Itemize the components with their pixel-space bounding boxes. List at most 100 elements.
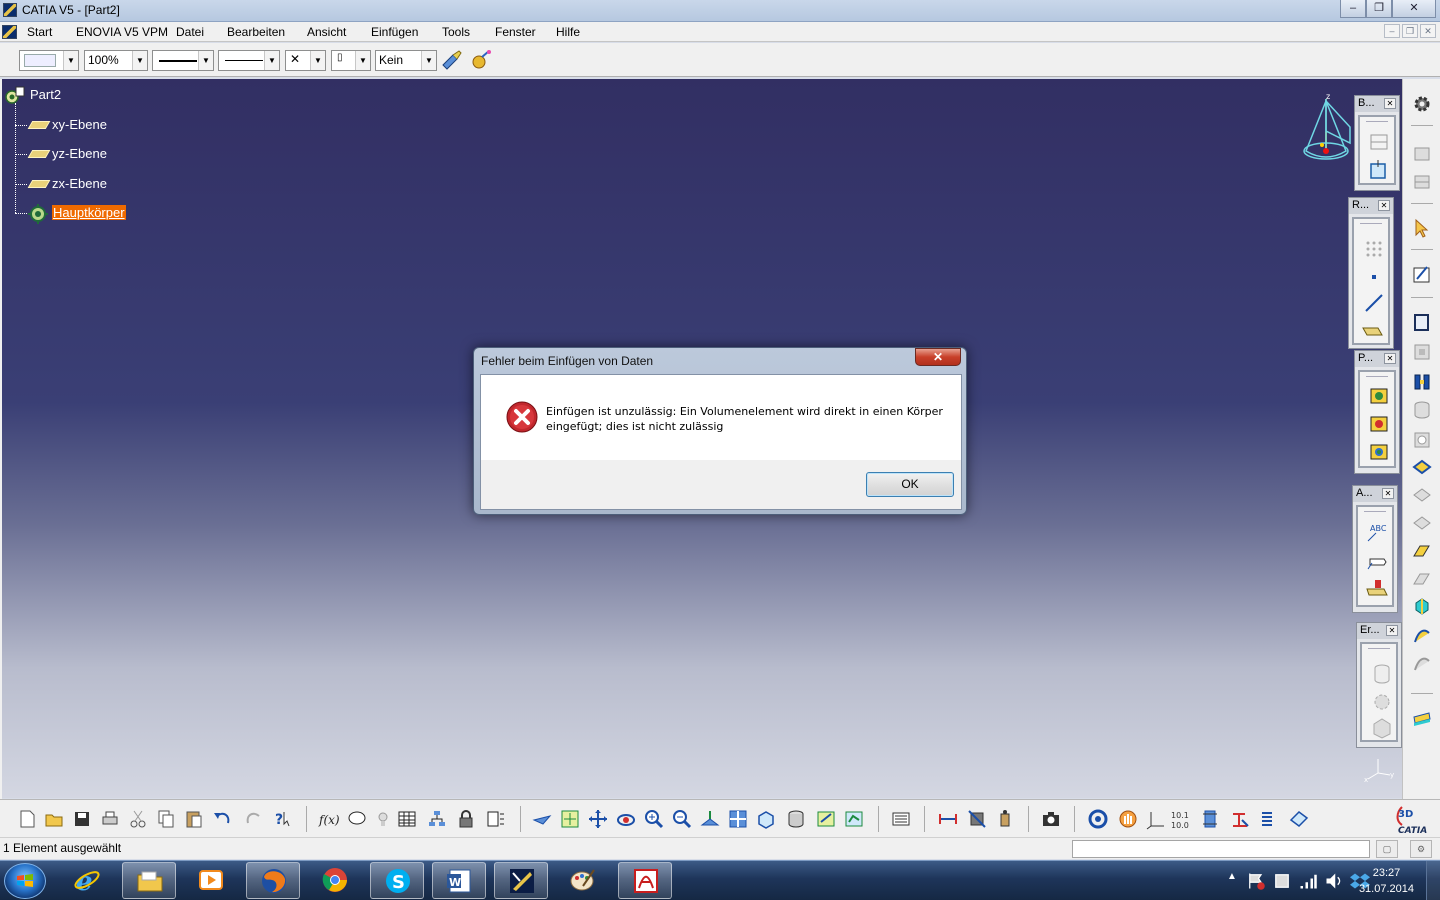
select-cursor-icon[interactable] [1411,217,1433,239]
sketch-plane-icon[interactable] [1368,159,1390,181]
save-icon[interactable] [71,808,93,830]
device-icon[interactable] [1272,871,1292,891]
camera-icon[interactable] [1040,808,1062,830]
chevron-down-icon[interactable]: ▼ [132,51,147,70]
shading-icon[interactable] [785,808,807,830]
image-capture-icon[interactable] [890,808,912,830]
menu-einfuegen[interactable]: Einfügen [368,24,421,40]
swap-visible-space-icon[interactable] [843,808,865,830]
tree-node-zx-plane[interactable]: zx-Ebene [2,174,122,194]
print-icon[interactable] [99,808,121,830]
taskbar-skype[interactable]: S [370,862,424,899]
taskbar-internet-explorer[interactable]: e [60,862,114,899]
iso-view-icon[interactable] [755,808,777,830]
taskbar-media-player[interactable] [184,862,238,899]
sew-surface-icon[interactable] [1411,653,1433,675]
point-symbol-combo[interactable]: ✕ ▼ [285,50,326,71]
thick-surface-icon[interactable] [1411,625,1433,647]
fly-mode-icon[interactable] [531,808,553,830]
tree-root-node[interactable]: Part2 [2,85,122,105]
annotation-plane-icon[interactable] [1366,577,1390,601]
close-icon[interactable]: ✕ [1386,625,1398,636]
hole-icon[interactable] [1411,429,1433,451]
fit-all-icon[interactable] [559,808,581,830]
menu-enovia[interactable]: ENOVIA V5 VPM [73,24,171,40]
paste-icon[interactable] [183,808,205,830]
measure-item-icon[interactable] [966,808,988,830]
floating-toolbar-title[interactable]: Er... ✕ [1357,623,1401,639]
pan-icon[interactable] [587,808,609,830]
tree-node-yz-plane[interactable]: yz-Ebene [2,144,122,164]
menu-ansicht[interactable]: Ansicht [304,24,349,40]
tree-node-xy-plane[interactable]: xy-Ebene [2,115,122,135]
3d-annotation-icon[interactable] [1200,808,1222,830]
text-annotation-icon[interactable]: ABC [1366,521,1390,543]
table-icon[interactable] [396,808,418,830]
compass-icon[interactable]: z [1298,91,1358,173]
menu-hilfe[interactable]: Hilfe [553,24,583,40]
taskbar-clock[interactable]: 23:27 31.07.2014 [1359,865,1414,897]
line-icon[interactable] [1364,293,1384,313]
product-icon[interactable] [1411,171,1433,193]
formula-icon[interactable]: f(x) [318,808,340,830]
menu-tools[interactable]: Tools [439,24,473,40]
constraint-icon[interactable] [1229,808,1251,830]
knowledge-icon[interactable] [346,808,368,830]
doc-close-button[interactable]: ✕ [1420,24,1436,38]
point-icon[interactable] [1364,267,1384,287]
flag-notification-icon[interactable] [1246,871,1266,891]
slot-icon[interactable] [1411,483,1433,505]
taskbar-firefox[interactable] [246,862,300,899]
cut-icon[interactable] [127,808,149,830]
doc-restore-button[interactable]: ❐ [1402,24,1418,38]
taskbar-word[interactable]: W [432,862,486,899]
groove-icon[interactable] [1411,399,1433,421]
layer-combo[interactable]: Kein ▼ [375,50,437,71]
list-icon[interactable] [1256,808,1278,830]
chevron-down-icon[interactable]: ▼ [198,51,213,70]
dimensions-icon[interactable]: 10.110.0 [1170,808,1192,830]
menu-start[interactable]: Start [24,24,55,40]
chevron-down-icon[interactable]: ▼ [355,51,370,70]
command-stop-button[interactable]: ▢ [1376,840,1398,858]
ok-button[interactable]: OK [866,472,954,497]
loft-icon[interactable] [1411,539,1433,561]
menu-bearbeiten[interactable]: Bearbeiten [224,24,288,40]
hide-show-icon[interactable] [815,808,837,830]
transparency-combo[interactable]: 100% ▼ [84,50,148,71]
manual-update-icon[interactable] [1117,808,1139,830]
document-icon[interactable] [2,25,17,39]
fill-color-combo[interactable]: ▼ [19,50,79,71]
taskbar-paint[interactable] [556,862,610,899]
measure-between-icon[interactable] [937,808,959,830]
lock-icon[interactable] [455,808,477,830]
open-folder-icon[interactable] [43,808,65,830]
sketcher-icon[interactable] [1411,263,1433,285]
pad-icon[interactable] [1368,384,1392,408]
undo-icon[interactable] [211,808,233,830]
tree-node-main-body[interactable]: Hauptkörper [2,203,142,224]
pocket-icon[interactable] [1411,341,1433,363]
measure-icon[interactable] [1411,707,1433,729]
menu-fenster[interactable]: Fenster [492,24,539,40]
redo-icon[interactable] [243,808,265,830]
format-painter-icon[interactable] [441,49,463,71]
floating-toolbar-title[interactable]: R... ✕ [1349,198,1393,214]
close-icon[interactable]: ✕ [1384,98,1396,109]
scan-icon[interactable] [485,808,507,830]
flag-note-icon[interactable] [1366,549,1390,571]
floating-toolbar-title[interactable]: P... ✕ [1355,351,1399,367]
close-icon[interactable]: ✕ [1382,488,1394,499]
taskbar-explorer[interactable] [122,862,176,899]
solid-combine-icon[interactable] [1411,595,1433,617]
stiffener-icon[interactable] [1411,511,1433,533]
zoom-in-icon[interactable] [643,808,665,830]
close-window-button[interactable]: ✕ [1392,0,1436,18]
show-desktop-button[interactable] [1426,861,1440,900]
rendering-style-combo[interactable]: ▯ ▼ [331,50,371,71]
chevron-down-icon[interactable]: ▼ [421,51,436,70]
restore-button[interactable]: ❐ [1366,0,1392,18]
light-bulb-icon[interactable] [372,808,394,830]
shaft-feature-icon[interactable] [1411,371,1433,393]
network-signal-icon[interactable] [1298,871,1318,891]
